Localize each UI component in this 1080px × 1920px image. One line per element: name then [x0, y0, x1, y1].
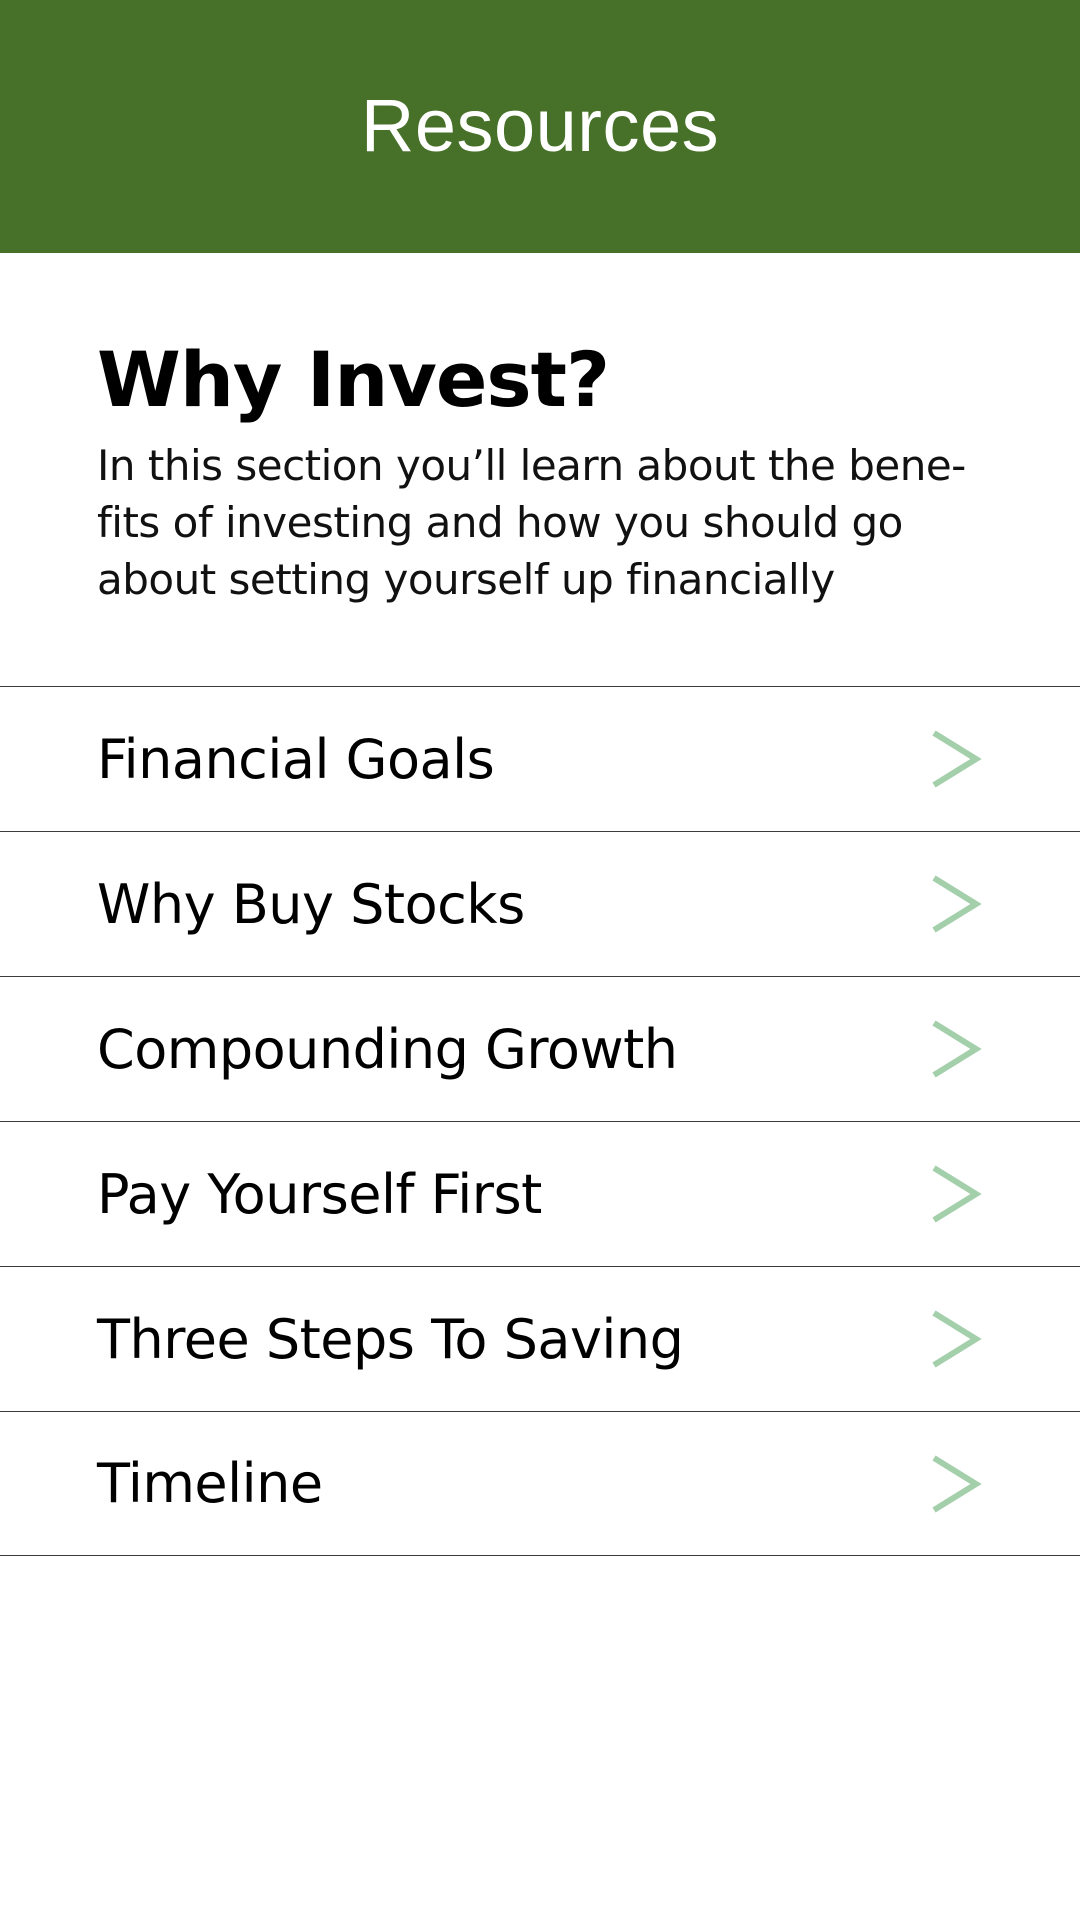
resource-list: Financial Goals Why Buy Stocks Compoundi… [0, 686, 1080, 1556]
list-item-why-buy-stocks[interactable]: Why Buy Stocks [0, 831, 1080, 976]
list-item-financial-goals[interactable]: Financial Goals [0, 686, 1080, 831]
chevron-right-icon [932, 1165, 982, 1223]
list-item-label: Timeline [97, 1452, 323, 1515]
list-item-three-steps-to-saving[interactable]: Three Steps To Saving [0, 1266, 1080, 1411]
section-description: In this section you’ll learn about the b… [97, 441, 966, 604]
list-item-compounding-growth[interactable]: Compounding Growth [0, 976, 1080, 1121]
list-item-label: Pay Yourself First [97, 1162, 542, 1226]
intro-section: Why Invest? In this section you’ll learn… [97, 335, 997, 608]
chevron-right-icon [932, 1454, 982, 1513]
list-item-timeline[interactable]: Timeline [0, 1411, 1080, 1556]
app-header: Resources [0, 0, 1080, 253]
list-item-label: Three Steps To Saving [97, 1307, 684, 1371]
chevron-right-icon [932, 1310, 982, 1368]
list-item-label: Compounding Growth [97, 1017, 678, 1081]
list-item-label: Why Buy Stocks [97, 872, 525, 936]
chevron-right-icon [932, 875, 982, 933]
section-heading: Why Invest? [97, 335, 610, 424]
header-title: Resources [360, 83, 720, 167]
resources-screen: Resources Why Invest? In this section yo… [0, 0, 1080, 1920]
list-item-label: Financial Goals [97, 727, 495, 791]
chevron-right-icon [932, 1020, 982, 1078]
list-item-pay-yourself-first[interactable]: Pay Yourself First [0, 1121, 1080, 1266]
chevron-right-icon [932, 730, 982, 788]
